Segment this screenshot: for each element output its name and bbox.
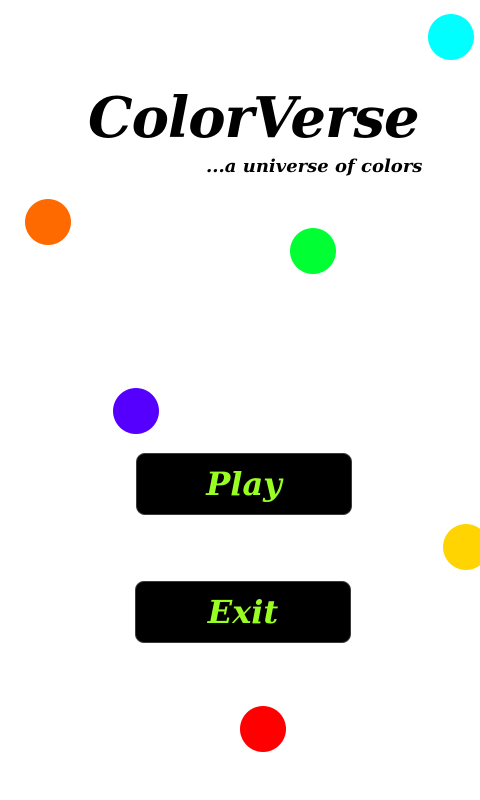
game-title: ColorVerse <box>88 85 420 151</box>
yellow-dot <box>443 524 480 570</box>
purple-dot <box>113 388 159 434</box>
play-button-label: Play <box>206 465 282 503</box>
orange-dot <box>25 199 71 245</box>
exit-button-label: Exit <box>207 593 279 631</box>
cyan-dot <box>428 14 474 60</box>
green-dot <box>290 228 336 274</box>
red-dot <box>240 706 286 752</box>
play-button[interactable]: Play <box>136 453 352 515</box>
exit-button[interactable]: Exit <box>135 581 351 643</box>
game-tagline: ...a universe of colors <box>206 156 423 177</box>
